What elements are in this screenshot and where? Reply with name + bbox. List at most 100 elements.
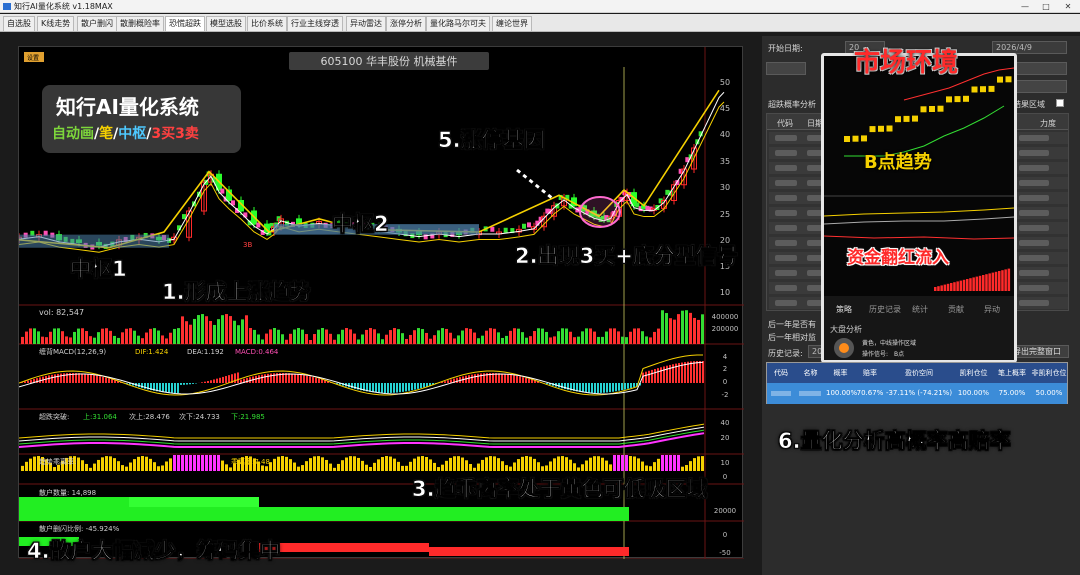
tab-industry[interactable]: 行业主线穿透 (287, 16, 343, 31)
tab-markov[interactable]: 量化路马尔可夫 (426, 16, 490, 31)
phone-candle (997, 76, 1003, 83)
bias-bar (557, 456, 560, 471)
macd-bar (597, 383, 599, 393)
bias-bar (21, 465, 24, 471)
phone-fund-bar (1004, 269, 1007, 291)
macd-bar (60, 373, 62, 383)
volume-bar (633, 328, 636, 344)
bias-bar (357, 457, 360, 471)
rt-cell-kelly: 100.00% (957, 389, 990, 397)
macd-bar (270, 373, 272, 383)
bias-bar (229, 467, 232, 471)
result-table-row[interactable]: 100.00% 70.67% -37.11% (-74.21%) 100.00%… (767, 383, 1067, 404)
phone-tab-history[interactable]: 历史记录 (869, 304, 901, 315)
tab-kline[interactable]: K线走势 (37, 16, 75, 31)
macd-bar (204, 381, 206, 383)
redacted-cell (1019, 135, 1049, 141)
macd-bar (51, 374, 53, 383)
macd-bar (696, 361, 698, 383)
price-axis-label: 45 (720, 104, 730, 113)
rt-cell-prob: 100.00% (826, 389, 858, 397)
phone-op-label: 操作信号: (862, 351, 889, 358)
phone-tab-anomaly[interactable]: 异动 (984, 304, 1000, 315)
macd-bar (321, 379, 323, 383)
breakout-axis-label: 20 (721, 434, 730, 442)
volume-bar (457, 335, 460, 344)
volume-bar (369, 328, 372, 344)
volume-bar (597, 336, 600, 344)
app-window: 知行AI量化系统 v1.18MAX — □ ✕ 自选股 K线走势 散户删闪 散删… (0, 0, 1080, 575)
volume-bar (621, 336, 624, 344)
volume-bar (297, 328, 300, 344)
history-input[interactable]: 20 (808, 345, 822, 358)
phone-fund-bar (985, 274, 988, 291)
tab-watchlist[interactable]: 自选股 (3, 16, 35, 31)
volume-bar (493, 328, 496, 344)
candle-body (678, 168, 683, 174)
volume-bar (577, 336, 580, 344)
tab-panic-oversold[interactable]: 恐慌超跌 (165, 16, 205, 31)
bias-bar (305, 461, 308, 471)
bias-bar (489, 456, 492, 471)
rt-cell-odds: 70.67% (856, 389, 884, 397)
tab-retail-risk[interactable]: 散删概险率 (116, 16, 164, 31)
result-table[interactable]: 代码 名称 概率 赔率 盈价空间 凯利仓位 笔上概率 非凯利仓位 100.00%… (766, 362, 1068, 404)
phone-tab-stats[interactable]: 统计 (912, 304, 928, 315)
bias-bar (265, 466, 268, 471)
macd-bar (516, 375, 518, 383)
phone-tab-strategy[interactable]: 策略 (836, 304, 852, 315)
bias-bar (365, 464, 368, 471)
bias-bar (181, 455, 184, 471)
volume-bar (29, 328, 32, 344)
trend-value: 乖离率:7.48 (231, 457, 270, 466)
bias-bar (141, 456, 144, 471)
macd-bar (102, 376, 104, 383)
bias-bar (121, 465, 124, 471)
macd-bar (108, 378, 110, 383)
tab-model-pick[interactable]: 模型选股 (206, 16, 246, 31)
export-button[interactable]: 导出完整窗口 (1009, 345, 1069, 358)
tab-chan-world[interactable]: 缠论世界 (492, 16, 532, 31)
app-logo-icon (3, 3, 11, 10)
macd-bar (510, 374, 512, 383)
macd-bar (405, 383, 407, 392)
bias-bar (377, 459, 380, 471)
volume-bar (573, 337, 576, 344)
tab-limit-up[interactable]: 涨停分析 (386, 16, 426, 31)
bias-bar (397, 461, 400, 471)
volume-bar (113, 335, 116, 344)
macd-bar (633, 383, 635, 388)
macd-bar (519, 376, 521, 383)
volume-bar (293, 329, 296, 344)
macd-bar (96, 375, 98, 383)
volume-bar (117, 337, 120, 344)
bias-bar (541, 466, 544, 471)
bias-bar (125, 466, 128, 471)
bias-bar (289, 459, 292, 471)
phone-tab-contrib[interactable]: 贡献 (948, 304, 964, 315)
volume-bar (429, 338, 432, 344)
tab-retail[interactable]: 散户删闪 (77, 16, 117, 31)
macd-bar (246, 377, 248, 383)
volume-bar (189, 324, 192, 344)
tab-price-compare[interactable]: 比价系统 (247, 16, 287, 31)
macd-bar (201, 382, 203, 383)
annotation-b-point-trend: B点趋势 (864, 152, 932, 173)
maximize-button[interactable]: □ (1036, 0, 1056, 13)
minimize-button[interactable]: — (1015, 0, 1035, 13)
redacted-cell (1019, 300, 1049, 306)
close-button[interactable]: ✕ (1058, 0, 1078, 13)
col-strength: 力度 (1040, 119, 1056, 128)
bias-bar (381, 456, 384, 471)
filter-input[interactable] (766, 62, 806, 75)
volume-bar (405, 338, 408, 344)
tab-radar[interactable]: 异动雷达 (346, 16, 386, 31)
volume-bar (305, 334, 308, 344)
volume-bar (353, 333, 356, 344)
volume-bar (161, 335, 164, 344)
title-bar: 知行AI量化系统 v1.18MAX — □ ✕ (0, 0, 1080, 13)
macd-bar (606, 383, 608, 393)
volume-bar (73, 331, 76, 344)
result-area-checkbox[interactable] (1056, 99, 1064, 107)
phone-candle (861, 135, 867, 142)
